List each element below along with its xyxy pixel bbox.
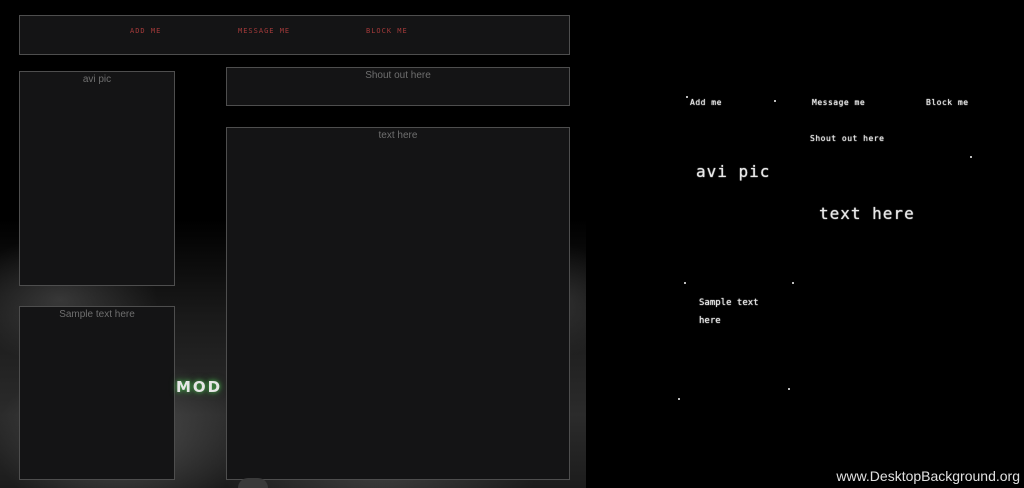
nav-bar: ADD ME MESSAGE ME BLOCK ME bbox=[19, 15, 570, 55]
profile-layout: ADD ME MESSAGE ME BLOCK ME avi pic Sampl… bbox=[0, 0, 586, 488]
sample-text-label: Sample text here bbox=[59, 309, 135, 320]
background-figure bbox=[238, 478, 268, 488]
outline-marker bbox=[684, 282, 686, 284]
preview-add-me: Add me bbox=[690, 98, 722, 107]
outline-marker bbox=[686, 96, 688, 98]
shout-out-label: Shout out here bbox=[365, 70, 431, 81]
sample-text-panel: Sample text here bbox=[19, 306, 175, 480]
preview-text-here: text here bbox=[819, 204, 915, 223]
preview-message-me: Message me bbox=[812, 98, 866, 107]
outline-marker bbox=[788, 388, 790, 390]
preview-sample-line-2: here bbox=[699, 316, 721, 326]
avi-pic-panel: avi pic bbox=[19, 71, 175, 286]
outline-preview: Add me Message me Block me Shout out her… bbox=[586, 0, 1024, 488]
message-me-link[interactable]: MESSAGE ME bbox=[238, 27, 290, 35]
preview-block-me: Block me bbox=[926, 98, 969, 107]
preview-sample-line-1: Sample text bbox=[699, 298, 759, 308]
outline-marker bbox=[678, 398, 680, 400]
outline-marker bbox=[792, 282, 794, 284]
main-text-panel: text here bbox=[226, 127, 570, 480]
shout-out-panel: Shout out here bbox=[226, 67, 570, 106]
avi-pic-label: avi pic bbox=[82, 74, 112, 85]
main-text-label: text here bbox=[378, 130, 418, 141]
add-me-link[interactable]: ADD ME bbox=[130, 27, 161, 35]
outline-marker bbox=[970, 156, 972, 158]
preview-shout-out: Shout out here bbox=[810, 134, 885, 143]
watermark-text: www.DesktopBackground.org bbox=[836, 468, 1020, 484]
outline-marker bbox=[774, 100, 776, 102]
preview-avi-pic: avi pic bbox=[696, 162, 771, 181]
block-me-link[interactable]: BLOCK ME bbox=[366, 27, 408, 35]
brand-logo-text: MOD bbox=[176, 378, 223, 396]
